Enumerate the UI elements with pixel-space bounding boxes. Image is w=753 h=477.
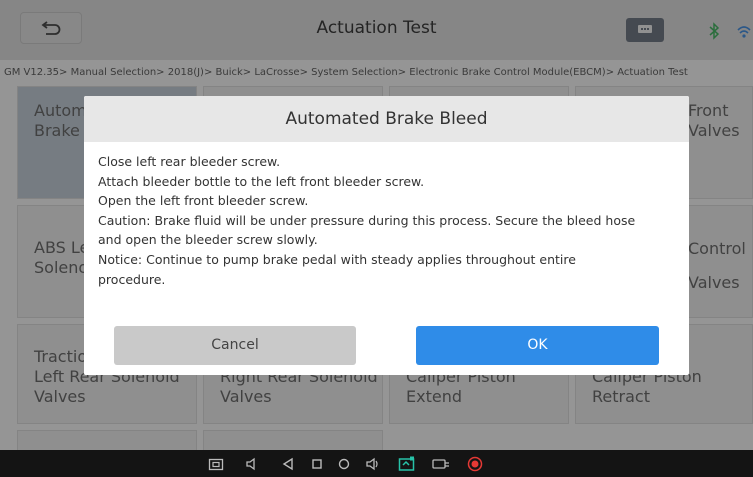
home-icon — [338, 458, 350, 470]
dialog-line: procedure. — [98, 271, 166, 287]
vci-icon — [432, 459, 449, 469]
recent-apps-icon — [312, 459, 322, 469]
record-icon — [467, 456, 483, 472]
screenshot-icon — [208, 458, 224, 471]
volume-down-icon — [246, 457, 255, 471]
volume-up-icon — [366, 457, 378, 471]
dialog-line: Open the left front bleeder screw. — [98, 193, 309, 209]
dialog-title: Automated Brake Bleed — [84, 96, 689, 142]
vci-button[interactable] — [432, 455, 450, 473]
ok-button[interactable]: OK — [416, 326, 659, 365]
nav-back-button[interactable] — [279, 455, 297, 473]
system-navigation-bar — [0, 450, 753, 477]
screenshot-button[interactable] — [207, 455, 225, 473]
back-triangle-icon — [282, 457, 293, 471]
volume-up-button[interactable] — [364, 455, 382, 473]
volume-down-button[interactable] — [243, 455, 261, 473]
recent-apps-button[interactable] — [308, 455, 326, 473]
home-button[interactable] — [335, 455, 353, 473]
dialog-line: Caution: Brake fluid will be under press… — [98, 212, 636, 228]
diagnostic-button[interactable] — [398, 455, 416, 473]
cancel-button[interactable]: Cancel — [114, 326, 356, 365]
diagnostic-icon — [398, 456, 415, 471]
dialog-line: Notice: Continue to pump brake pedal wit… — [98, 251, 576, 267]
dialog-line: Close left rear bleeder screw. — [98, 154, 281, 169]
record-button[interactable] — [466, 455, 484, 473]
brake-bleed-dialog: Automated Brake Bleed Close left rear bl… — [84, 96, 689, 375]
dialog-line: and open the bleeder screw slowly. — [98, 232, 318, 248]
dialog-line: Attach bleeder bottle to the left front … — [98, 173, 425, 189]
dialog-message: Close left rear bleeder screw. Attach bl… — [84, 142, 689, 289]
app-window: Actuation Test GM V12.35> Manual Selecti… — [0, 0, 753, 450]
